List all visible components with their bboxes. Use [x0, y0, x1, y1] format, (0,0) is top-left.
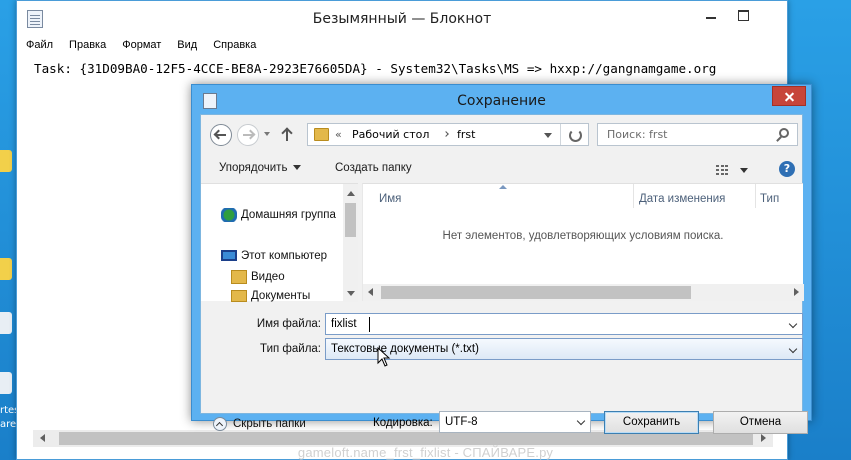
- scroll-right-icon[interactable]: [761, 434, 766, 442]
- notepad-menubar: Файл Правка Формат Вид Справка: [17, 37, 787, 57]
- navigation-pane: Домашняя группа Этот компьютер Видео Док…: [201, 183, 358, 302]
- navpane-vertical-scrollbar[interactable]: [343, 184, 358, 302]
- encoding-label: Кодировка:: [373, 417, 433, 429]
- column-divider[interactable]: [755, 184, 756, 208]
- empty-list-message: Нет элементов, удовлетворяющих условиям …: [442, 230, 724, 242]
- scroll-left-icon[interactable]: [368, 288, 373, 296]
- column-header-name[interactable]: Имя: [379, 193, 401, 205]
- desktop-shortcut-icon[interactable]: [0, 372, 12, 394]
- scroll-left-icon[interactable]: [40, 434, 45, 442]
- filetype-value: Текстовые документы (*.txt): [331, 343, 479, 355]
- filelist-horizontal-scrollbar[interactable]: [363, 284, 804, 301]
- menu-view[interactable]: Вид: [168, 37, 204, 57]
- navpane-item-documents[interactable]: Документы: [251, 290, 310, 302]
- navpane-item-homegroup[interactable]: Домашняя группа: [241, 209, 336, 221]
- filename-value: fixlist: [331, 318, 357, 330]
- menu-file[interactable]: Файл: [17, 37, 60, 57]
- notepad-text-area[interactable]: Task: {31D09BA0-12F5-4CCE-BE8A-2923E7660…: [34, 61, 716, 76]
- dialog-body: « Рабочий стол frst Поиск: frst Упорядоч…: [200, 114, 808, 434]
- computer-icon: [221, 250, 237, 261]
- watermark-text: gameloft.name_frst_fixlist - СПАЙВАРЕ.ру: [297, 445, 554, 460]
- sort-arrow-icon: [499, 185, 507, 189]
- encoding-value: UTF-8: [445, 416, 478, 428]
- breadcrumb-chevron-icon[interactable]: [443, 131, 449, 137]
- chevron-down-icon: [293, 165, 302, 171]
- notepad-title: Безымянный — Блокнот: [312, 11, 492, 27]
- menu-help[interactable]: Справка: [204, 37, 263, 57]
- refresh-icon[interactable]: [560, 124, 588, 145]
- navpane-item-this-pc[interactable]: Этот компьютер: [241, 250, 327, 262]
- homegroup-icon: [221, 208, 237, 222]
- view-options-icon[interactable]: [716, 165, 730, 175]
- chevron-down-icon[interactable]: [788, 319, 798, 329]
- address-bar[interactable]: « Рабочий стол frst: [307, 123, 589, 146]
- desktop-label[interactable]: are: [0, 418, 16, 431]
- hide-folders-button[interactable]: Скрыть папки: [213, 417, 306, 431]
- new-folder-button[interactable]: Создать папку: [335, 162, 412, 174]
- encoding-select[interactable]: UTF-8: [439, 411, 591, 433]
- navpane-item-video[interactable]: Видео: [251, 271, 285, 283]
- search-icon[interactable]: [779, 128, 789, 138]
- save-dialog: Сохранение « Рабочий стол frst Поиск: fr…: [191, 84, 812, 434]
- command-toolbar: Упорядочить Создать папку ?: [201, 153, 802, 183]
- search-input[interactable]: Поиск: frst: [597, 123, 798, 146]
- mouse-pointer-icon: [377, 347, 391, 367]
- filetype-select[interactable]: Текстовые документы (*.txt): [325, 338, 803, 360]
- hide-folders-label: Скрыть папки: [233, 418, 306, 431]
- scrollbar-thumb[interactable]: [345, 203, 356, 237]
- desktop-shortcut-icon[interactable]: [0, 312, 12, 334]
- back-button[interactable]: [210, 124, 232, 146]
- column-header-date[interactable]: Дата изменения: [639, 193, 725, 205]
- column-divider[interactable]: [633, 184, 634, 208]
- organize-label: Упорядочить: [219, 162, 288, 174]
- scroll-right-icon[interactable]: [794, 288, 799, 296]
- folder-icon: [231, 270, 247, 284]
- text-caret: [369, 317, 370, 332]
- help-icon[interactable]: ?: [779, 161, 795, 177]
- chevron-up-icon: [213, 417, 227, 431]
- folder-icon: [314, 128, 329, 141]
- breadcrumb-overflow[interactable]: «: [335, 128, 342, 141]
- up-arrow-icon[interactable]: [281, 127, 293, 141]
- forward-button[interactable]: [237, 124, 259, 146]
- address-dropdown-icon[interactable]: [544, 133, 552, 138]
- menu-edit[interactable]: Правка: [60, 37, 113, 57]
- desktop-shortcut-icon[interactable]: [0, 150, 12, 172]
- maximize-button[interactable]: [729, 5, 757, 25]
- save-button[interactable]: Сохранить: [604, 411, 699, 434]
- folder-icon: [231, 290, 247, 302]
- file-list[interactable]: Имя Дата изменения Тип Нет элементов, уд…: [362, 183, 804, 301]
- dialog-close-button[interactable]: [772, 86, 806, 106]
- scroll-down-icon[interactable]: [347, 291, 355, 296]
- notepad-titlebar[interactable]: Безымянный — Блокнот: [17, 1, 787, 37]
- dialog-title: Сохранение: [457, 93, 546, 109]
- breadcrumb-desktop[interactable]: Рабочий стол: [352, 128, 429, 141]
- breadcrumb-frst[interactable]: frst: [457, 128, 475, 141]
- scroll-up-icon[interactable]: [347, 191, 355, 196]
- view-chevron-down-icon[interactable]: [740, 168, 748, 173]
- chevron-down-icon[interactable]: [788, 344, 798, 354]
- scrollbar-thumb[interactable]: [381, 286, 691, 299]
- filetype-label: Тип файла:: [260, 343, 321, 355]
- recent-locations-chevron-down-icon[interactable]: [264, 132, 270, 136]
- navigation-row: « Рабочий стол frst Поиск: frst: [201, 115, 802, 153]
- desktop-shortcut-icon[interactable]: [0, 258, 12, 280]
- filename-field[interactable]: fixlist: [325, 313, 803, 335]
- chevron-down-icon[interactable]: [576, 416, 586, 426]
- menu-format[interactable]: Формат: [113, 37, 168, 57]
- organize-button[interactable]: Упорядочить: [219, 162, 302, 174]
- cancel-button[interactable]: Отмена: [713, 411, 808, 434]
- column-header-type[interactable]: Тип: [760, 193, 779, 205]
- minimize-button[interactable]: [697, 5, 725, 25]
- search-placeholder: Поиск: frst: [607, 128, 668, 141]
- filename-label: Имя файла:: [256, 318, 321, 330]
